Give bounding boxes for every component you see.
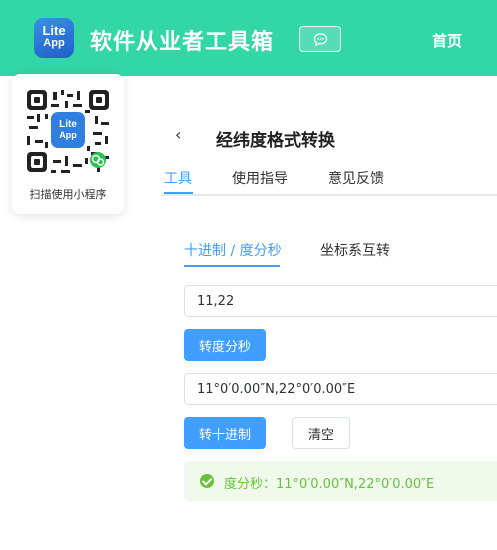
result-alert: 度分秒：11°0′0.00″N,22°0′0.00″E (184, 461, 497, 501)
tab-tools[interactable]: 工具 (164, 168, 192, 188)
logo-text-bottom: App (43, 37, 65, 49)
tab-feedback[interactable]: 意见反馈 (328, 168, 384, 188)
chat-bubble-icon (313, 33, 328, 47)
subtab-decimal-dms[interactable]: 十进制 / 度分秒 (184, 240, 282, 260)
qr-logo-text-bottom: App (59, 130, 77, 140)
qr-code-image: Lite App (23, 86, 113, 176)
decimal-coordinate-input[interactable] (184, 285, 497, 317)
back-chevron-icon[interactable]: ‹ (175, 125, 181, 144)
qr-caption: 扫描使用小程序 (29, 188, 107, 201)
nav-home-link[interactable]: 首页 (432, 30, 462, 51)
dms-coordinate-input[interactable] (184, 373, 497, 405)
main-tabs: 工具 使用指导 意见反馈 (162, 166, 497, 196)
feedback-button[interactable] (299, 26, 341, 52)
qr-logo-text-top: Lite (59, 119, 77, 130)
result-text: 度分秒：11°0′0.00″N,22°0′0.00″E (224, 477, 435, 492)
active-tab-indicator (164, 192, 193, 194)
convert-to-dms-button[interactable]: 转度分秒 (184, 329, 267, 361)
site-title[interactable]: 软件从业者工具箱 (90, 24, 274, 56)
clear-button[interactable]: 清空 (292, 417, 351, 449)
app-logo[interactable]: Lite App (34, 18, 74, 58)
page-title: 经纬度格式转换 (216, 131, 335, 151)
active-subtab-indicator (184, 265, 280, 267)
logo-text-top: Lite (42, 23, 66, 38)
miniprogram-qr-card: Lite App 扫描使用小程序 (12, 74, 124, 214)
convert-to-decimal-button[interactable]: 转十进制 (184, 417, 267, 449)
subtab-coordinate-system[interactable]: 坐标系互转 (320, 240, 390, 260)
success-check-icon (200, 474, 214, 488)
tab-usage-guide[interactable]: 使用指导 (232, 168, 288, 188)
